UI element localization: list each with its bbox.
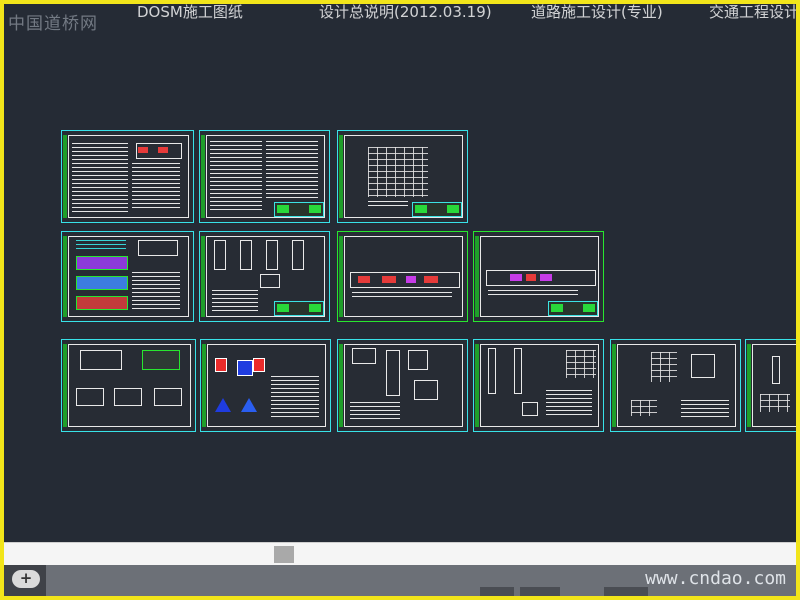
drawing-sheet-1[interactable] <box>61 130 194 223</box>
horizontal-scrollbar[interactable] <box>4 542 796 566</box>
drawing-sheet-11[interactable] <box>473 339 604 432</box>
drawing-sheet-13[interactable] <box>745 339 796 432</box>
drawing-sheet-5[interactable] <box>199 231 330 322</box>
drawing-sheet-7[interactable] <box>473 231 604 322</box>
drawing-sheet-4[interactable] <box>61 231 194 322</box>
add-layout-button[interactable]: + <box>12 570 40 588</box>
top-text-3: 道路施工设计(专业) <box>531 4 663 21</box>
drawing-sheet-6[interactable] <box>337 231 468 322</box>
drawing-sheet-12[interactable] <box>610 339 741 432</box>
top-text-4: 交通工程设计 <box>709 4 796 21</box>
drawing-sheet-3[interactable] <box>337 130 468 223</box>
drawing-sheet-2[interactable] <box>199 130 330 223</box>
model-space-canvas[interactable]: DOSM施工图纸 设计总说明(2012.03.19) 道路施工设计(专业) 交通… <box>4 4 796 542</box>
drawing-sheet-9[interactable] <box>200 339 331 432</box>
watermark-top: 中国道桥网 <box>8 14 98 34</box>
drawing-sheet-10[interactable] <box>337 339 468 432</box>
scrollbar-thumb[interactable] <box>274 546 294 563</box>
top-text-1: DOSM施工图纸 <box>137 4 243 21</box>
top-title-strip: DOSM施工图纸 设计总说明(2012.03.19) 道路施工设计(专业) 交通… <box>9 4 796 21</box>
watermark-bottom: www.cndao.com <box>645 568 786 589</box>
top-text-2: 设计总说明(2012.03.19) <box>319 4 492 21</box>
drawing-sheet-8[interactable] <box>61 339 196 432</box>
